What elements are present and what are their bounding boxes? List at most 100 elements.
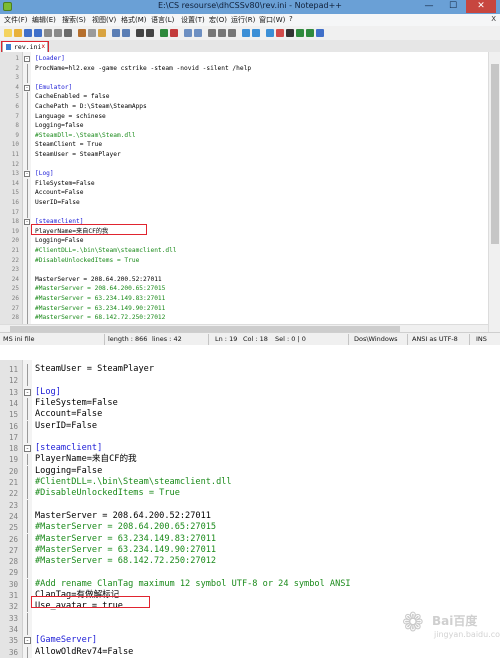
code-line[interactable]: 15 Account=False xyxy=(0,188,488,199)
maximize-button[interactable]: ☐ xyxy=(442,0,464,13)
open-file-icon[interactable] xyxy=(14,29,22,37)
paste-icon[interactable] xyxy=(98,29,106,37)
print-icon[interactable] xyxy=(64,29,72,37)
code-line[interactable]: 18- [steamclient] xyxy=(0,443,500,454)
fold-toggle-icon[interactable]: - xyxy=(24,84,30,91)
new-file-icon[interactable] xyxy=(4,29,12,37)
code-line[interactable]: 10 SteamClient = True xyxy=(0,140,488,151)
code-line[interactable]: 14 FileSystem=False xyxy=(0,178,488,189)
code-line[interactable]: 22 #DisableUnlockedItems = True xyxy=(0,488,500,500)
sync-v-icon[interactable] xyxy=(184,29,192,37)
tab-rev-ini[interactable]: rev.ini x xyxy=(1,41,49,53)
show-all-chars-icon[interactable] xyxy=(218,29,226,37)
code-line[interactable]: 26 #MasterServer = 63.234.149.83:27011 xyxy=(0,533,500,545)
close-file-icon[interactable] xyxy=(44,29,52,37)
code-line[interactable]: 23 xyxy=(0,499,500,511)
function-list-icon[interactable] xyxy=(266,29,274,37)
code-line[interactable]: 24 MasterServer = 208.64.200.52:27011 xyxy=(0,274,488,285)
find-icon[interactable] xyxy=(136,29,144,37)
code-line[interactable]: 12 xyxy=(0,159,488,170)
code-line[interactable]: 5 CacheEnabled = false xyxy=(0,92,488,103)
cut-icon[interactable] xyxy=(78,29,86,37)
code-line[interactable]: 4- [Emulator] xyxy=(0,83,488,93)
save-icon[interactable] xyxy=(24,29,32,37)
menu-language[interactable]: 语言(L) xyxy=(151,15,174,25)
code-line[interactable]: 9 #SteamDll=.\Steam\Steam.dll xyxy=(0,130,488,141)
code-line[interactable]: 30 #Add rename ClanTag maximum 12 symbol … xyxy=(0,578,500,590)
code-line[interactable]: 20 Logging=False xyxy=(0,465,500,477)
code-line[interactable]: 28 #MasterServer = 68.142.72.250:27012 xyxy=(0,556,500,568)
fold-toggle-icon[interactable]: - xyxy=(24,171,30,178)
code-line[interactable]: 19 PlayerName=来自CF的我 xyxy=(0,454,500,466)
code-line[interactable]: 16 UserID=False xyxy=(0,198,488,208)
menu-run[interactable]: 运行(R) xyxy=(231,15,255,25)
code-line[interactable]: 22 #DisableUnlockedItems = True xyxy=(0,255,488,266)
code-line[interactable]: 8 Logging=false xyxy=(0,121,488,132)
menu-macro[interactable]: 宏(O) xyxy=(209,15,227,25)
replace-icon[interactable] xyxy=(146,29,154,37)
code-line[interactable]: 11 SteamUser = SteamPlayer xyxy=(0,150,488,160)
lang-icon[interactable] xyxy=(242,29,250,37)
indent-guide-icon[interactable] xyxy=(228,29,236,37)
code-line[interactable]: 20 Logging=False xyxy=(0,236,488,247)
zoom-out-icon[interactable] xyxy=(170,29,178,37)
stop-macro-icon[interactable] xyxy=(286,29,294,37)
sync-h-icon[interactable] xyxy=(194,29,202,37)
copy-icon[interactable] xyxy=(88,29,96,37)
code-line[interactable]: 29 xyxy=(0,567,500,579)
vertical-scrollbar[interactable] xyxy=(488,52,500,332)
menu-help[interactable]: ? xyxy=(289,15,293,23)
code-line[interactable]: 13- [Log] xyxy=(0,169,488,179)
redo-icon[interactable] xyxy=(122,29,130,37)
code-line[interactable]: 2 ProcName=hl2.exe -game cstrike -steam -… xyxy=(0,63,488,74)
scroll-thumb[interactable] xyxy=(491,64,499,244)
code-line[interactable]: 1- [Loader] xyxy=(0,54,488,64)
fold-toggle-icon[interactable]: - xyxy=(24,637,31,645)
fold-toggle-icon[interactable]: - xyxy=(24,219,30,226)
code-line[interactable]: 25 #MasterServer = 208.64.200.65:27015 xyxy=(0,522,500,534)
run-macro-multiple-icon[interactable] xyxy=(306,29,314,37)
zoom-in-icon[interactable] xyxy=(160,29,168,37)
fold-toggle-icon[interactable]: - xyxy=(24,56,30,62)
code-line[interactable]: 14 FileSystem=False xyxy=(0,397,500,409)
play-macro-icon[interactable] xyxy=(296,29,304,37)
menu-close-doc[interactable]: X xyxy=(491,15,496,23)
code-line[interactable]: 27 #MasterServer = 63.234.149.90:27011 xyxy=(0,303,488,314)
code-line[interactable]: 17 xyxy=(0,431,500,443)
doc-map-icon[interactable] xyxy=(252,29,260,37)
save-all-icon[interactable] xyxy=(34,29,42,37)
menu-settings[interactable]: 设置(T) xyxy=(181,15,205,25)
code-line[interactable]: 15 Account=False xyxy=(0,409,500,421)
save-macro-icon[interactable] xyxy=(316,29,324,37)
code-line[interactable]: 25 #MasterServer = 208.64.200.65:27015 xyxy=(0,284,488,295)
menu-edit[interactable]: 编辑(E) xyxy=(32,15,56,25)
menu-format[interactable]: 格式(M) xyxy=(121,15,147,25)
menu-file[interactable]: 文件(F) xyxy=(4,15,28,25)
word-wrap-icon[interactable] xyxy=(208,29,216,37)
close-all-icon[interactable] xyxy=(54,29,62,37)
code-line[interactable]: 24 MasterServer = 208.64.200.52:27011 xyxy=(0,510,500,522)
code-line[interactable]: 11 SteamUser = SteamPlayer xyxy=(0,364,500,375)
menu-window[interactable]: 窗口(W) xyxy=(259,15,285,25)
code-line[interactable]: 27 #MasterServer = 63.234.149.90:27011 xyxy=(0,544,500,556)
code-line[interactable]: 28 #MasterServer = 68.142.72.250:27012 xyxy=(0,313,488,324)
code-line[interactable]: 3 xyxy=(0,73,488,84)
minimize-button[interactable]: — xyxy=(418,0,440,13)
code-line[interactable]: 23 xyxy=(0,265,488,276)
code-line[interactable]: 26 #MasterServer = 63.234.149.83:27011 xyxy=(0,294,488,304)
code-line[interactable]: 16 UserID=False xyxy=(0,420,500,432)
close-button[interactable]: ✕ xyxy=(466,0,496,13)
code-line[interactable]: 21 #ClientDLL=.\bin\Steam\steamclient.dll xyxy=(0,477,500,488)
code-line[interactable]: 7 Language = schinese xyxy=(0,111,488,122)
fold-toggle-icon[interactable]: - xyxy=(24,388,31,396)
code-line[interactable]: 12 xyxy=(0,375,500,387)
menu-search[interactable]: 搜索(S) xyxy=(62,15,86,25)
menu-view[interactable]: 视图(V) xyxy=(92,15,116,25)
undo-icon[interactable] xyxy=(112,29,120,37)
code-line[interactable]: 17 xyxy=(0,207,488,218)
fold-toggle-icon[interactable]: - xyxy=(24,445,31,453)
code-line[interactable]: 21 #ClientDLL=.\bin\Steam\steamclient.dll xyxy=(0,246,488,256)
record-macro-icon[interactable] xyxy=(276,29,284,37)
code-line[interactable]: 13- [Log] xyxy=(0,387,500,398)
editor-pane[interactable]: 1- [Loader] 2 ProcName=hl2.exe -game cstrik… xyxy=(0,52,488,332)
